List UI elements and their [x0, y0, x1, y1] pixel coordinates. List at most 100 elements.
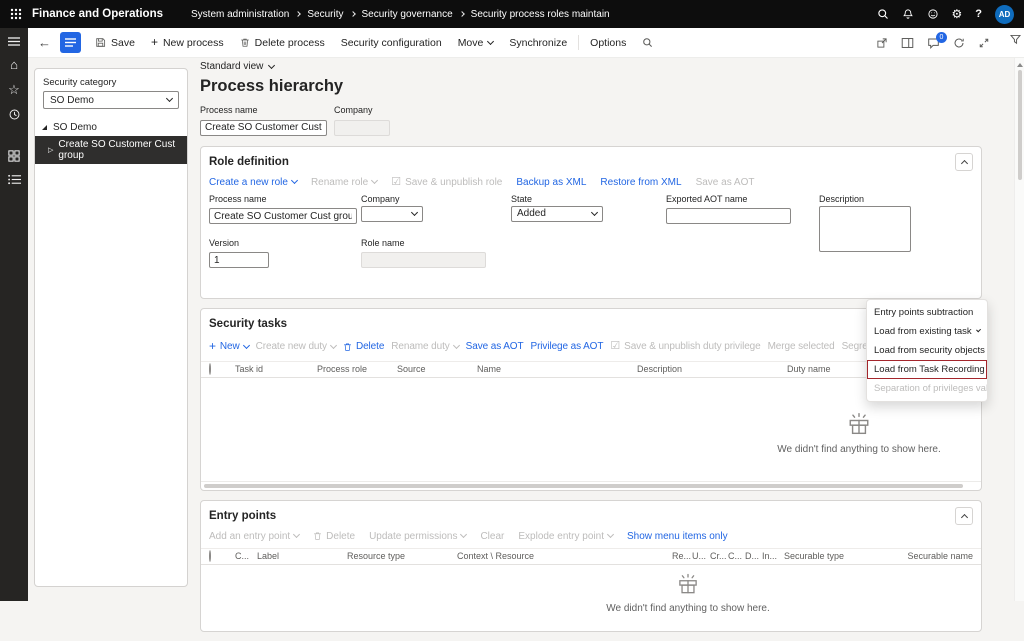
- column-header[interactable]: C...: [728, 551, 745, 561]
- scroll-up-arrow[interactable]: [1017, 63, 1023, 67]
- scrollbar-thumb[interactable]: [1018, 70, 1022, 180]
- column-header[interactable]: Cr...: [710, 551, 728, 561]
- breadcrumb-item[interactable]: Security governance: [362, 9, 453, 20]
- column-header[interactable]: Securable name: [896, 551, 973, 561]
- rd-exported-aot-input[interactable]: [666, 208, 791, 224]
- menu-item-load-from-existing-task[interactable]: Load from existing task: [867, 322, 987, 341]
- modules-icon[interactable]: [8, 150, 20, 162]
- chevron-down-icon: [453, 341, 460, 348]
- main-content: Standard view Process hierarchy Process …: [200, 58, 982, 641]
- action-pane-menu-button[interactable]: [60, 32, 81, 53]
- breadcrumb-item[interactable]: Security process roles maintain: [471, 9, 610, 20]
- new-task-button[interactable]: + New: [209, 341, 249, 352]
- search-icon[interactable]: [877, 8, 889, 20]
- page-search-icon[interactable]: [634, 28, 661, 57]
- role-definition-section: Role definition Create a new role Rename…: [200, 146, 982, 299]
- view-selector[interactable]: Standard view: [200, 61, 982, 72]
- expand-icon[interactable]: [978, 37, 990, 49]
- overflow-menu: Entry points subtraction Load from exist…: [866, 299, 988, 402]
- breadcrumb-item[interactable]: Security: [307, 9, 343, 20]
- tree-child-node-selected[interactable]: ▷ Create SO Customer Cust group: [35, 136, 187, 164]
- feedback-smiley-icon[interactable]: [927, 8, 939, 20]
- app-title[interactable]: Finance and Operations: [32, 8, 163, 20]
- vertical-scrollbar[interactable]: [1014, 58, 1024, 601]
- avatar[interactable]: AD: [995, 5, 1014, 24]
- show-menu-items-only-button[interactable]: Show menu items only: [627, 531, 728, 542]
- filter-icon[interactable]: [1009, 33, 1022, 46]
- open-in-new-window-icon[interactable]: [901, 37, 914, 49]
- share-icon[interactable]: [876, 37, 888, 49]
- chevron-down-icon: [607, 531, 614, 538]
- select-all-radio[interactable]: [209, 550, 211, 562]
- rd-process-name-label: Process name: [209, 194, 357, 204]
- chevron-down-icon: [293, 531, 300, 538]
- save-button[interactable]: Save: [87, 28, 143, 57]
- delete-process-button[interactable]: Delete process: [232, 28, 333, 57]
- save-icon: [95, 37, 106, 48]
- rd-company-select[interactable]: [361, 206, 423, 222]
- rd-state-label: State: [511, 194, 603, 204]
- collapse-section-button[interactable]: [955, 153, 973, 171]
- horizontal-scrollbar[interactable]: [201, 481, 981, 490]
- column-header[interactable]: U...: [692, 551, 710, 561]
- column-header[interactable]: Re...: [672, 551, 692, 561]
- column-header[interactable]: In...: [762, 551, 784, 561]
- delete-entry-point-button: Delete: [313, 531, 355, 542]
- process-name-input[interactable]: [200, 120, 327, 136]
- collapse-section-button[interactable]: [955, 507, 973, 525]
- column-header[interactable]: Task id: [235, 364, 317, 374]
- column-header[interactable]: Process role: [317, 364, 397, 374]
- create-new-duty-button: Create new duty: [256, 341, 336, 352]
- synchronize-button[interactable]: Synchronize: [501, 28, 575, 57]
- security-configuration-button[interactable]: Security configuration: [333, 28, 450, 57]
- column-header[interactable]: Context \ Resource: [457, 551, 672, 561]
- breadcrumb-item[interactable]: System administration: [191, 9, 289, 20]
- column-header[interactable]: Securable type: [784, 551, 896, 561]
- options-button[interactable]: Options: [582, 28, 634, 57]
- restore-from-xml-button[interactable]: Restore from XML: [600, 177, 681, 188]
- column-header[interactable]: Label: [257, 551, 347, 561]
- refresh-icon[interactable]: [953, 37, 965, 49]
- privilege-as-aot-button[interactable]: Privilege as AOT: [531, 341, 604, 352]
- star-icon[interactable]: ☆: [8, 83, 20, 96]
- category-dropdown[interactable]: SO Demo: [43, 91, 179, 109]
- list-icon[interactable]: [8, 174, 21, 185]
- app-launcher-icon[interactable]: [0, 0, 32, 28]
- clock-icon[interactable]: [8, 108, 21, 121]
- back-arrow-icon[interactable]: ←: [28, 35, 58, 50]
- column-header[interactable]: Source: [397, 364, 477, 374]
- chevron-down-icon: [268, 61, 275, 68]
- hamburger-icon[interactable]: [8, 37, 20, 46]
- rd-version-input[interactable]: [209, 252, 269, 268]
- menu-item-load-from-task-recording[interactable]: Load from Task Recording: [867, 360, 987, 379]
- process-name-label: Process name: [200, 105, 327, 115]
- help-icon[interactable]: ?: [975, 9, 982, 20]
- column-header[interactable]: D...: [745, 551, 762, 561]
- menu-item-entry-points-subtraction[interactable]: Entry points subtraction: [867, 303, 987, 322]
- create-new-role-button[interactable]: Create a new role: [209, 177, 297, 188]
- column-header[interactable]: Description: [637, 364, 787, 374]
- save-as-aot-button[interactable]: Save as AOT: [466, 341, 524, 352]
- select-all-radio[interactable]: [209, 363, 211, 375]
- plus-icon: +: [151, 36, 158, 48]
- rd-process-name-input[interactable]: [209, 208, 357, 224]
- explode-entry-point-button: Explode entry point: [518, 531, 613, 542]
- rd-description-field: Description: [819, 194, 911, 257]
- tree-root-node[interactable]: SO Demo: [35, 119, 187, 136]
- delete-task-button[interactable]: Delete: [343, 341, 384, 352]
- gear-icon[interactable]: ⚙: [952, 8, 963, 20]
- attachments-icon[interactable]: 0: [927, 37, 940, 49]
- new-process-button[interactable]: + New process: [143, 28, 232, 57]
- home-icon[interactable]: ⌂: [10, 58, 18, 71]
- column-header[interactable]: Resource type: [347, 551, 457, 561]
- column-header[interactable]: Name: [477, 364, 637, 374]
- column-header[interactable]: C...: [235, 551, 257, 561]
- rd-state-select[interactable]: Added: [511, 206, 603, 222]
- menu-item-load-from-security-objects[interactable]: Load from security objects: [867, 341, 987, 360]
- rename-duty-button: Rename duty: [391, 341, 458, 352]
- move-menu-button[interactable]: Move: [450, 28, 502, 57]
- rd-exported-aot-field: Exported AOT name: [666, 194, 791, 225]
- rd-description-input[interactable]: [819, 206, 911, 252]
- bell-icon[interactable]: [902, 8, 914, 20]
- backup-as-xml-button[interactable]: Backup as XML: [516, 177, 586, 188]
